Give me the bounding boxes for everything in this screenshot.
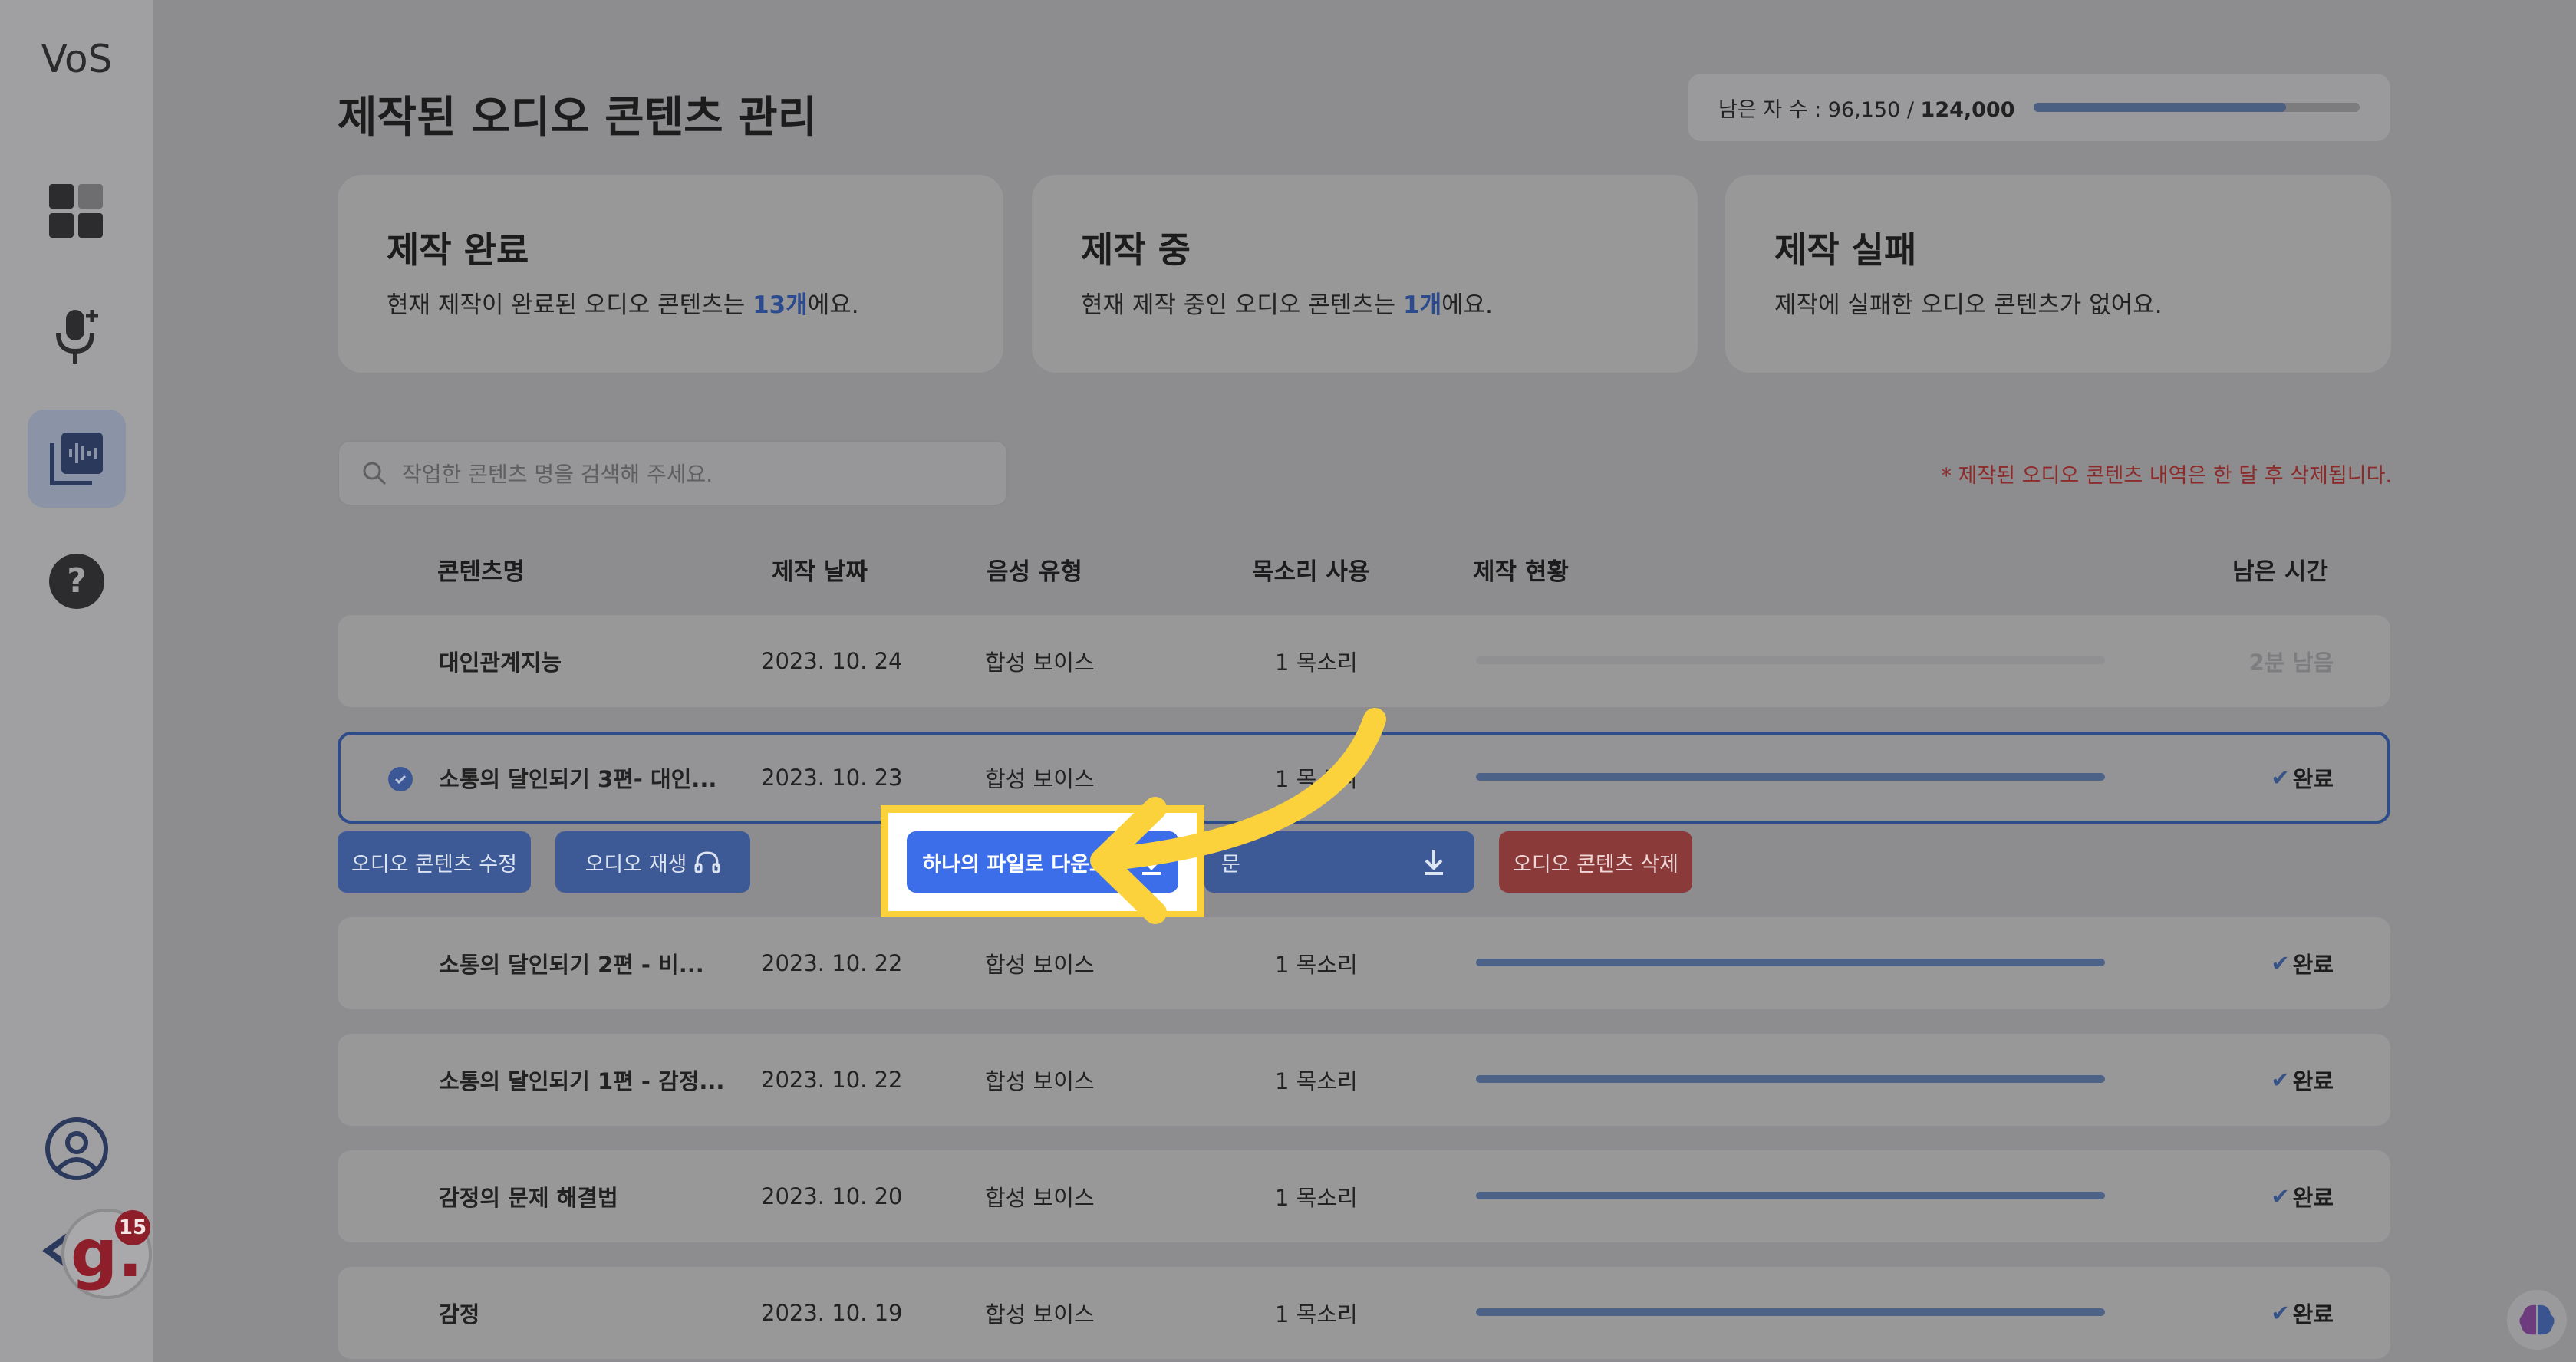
sidebar-item-voice-create[interactable] bbox=[28, 287, 126, 385]
download-single-file-button[interactable]: 하나의 파일로 다운로드 bbox=[907, 831, 1178, 893]
download-icon bbox=[1141, 850, 1161, 875]
sidebar-item-profile[interactable] bbox=[28, 1100, 126, 1198]
dashboard-grid-icon bbox=[49, 184, 103, 238]
row-type: 합성 보이스 bbox=[985, 650, 1095, 676]
app-logo[interactable]: VoS bbox=[0, 37, 153, 81]
row-date: 2023. 10. 20 bbox=[761, 1183, 903, 1209]
quota-progress-bar bbox=[2033, 103, 2360, 112]
column-header-name: 콘텐츠명 bbox=[437, 558, 525, 586]
play-audio-button[interactable]: 오디오 재생 bbox=[555, 831, 750, 893]
row-name: 소통의 달인되기 2편 - 비... bbox=[439, 952, 704, 978]
column-header-remaining: 남은 시간 bbox=[2232, 558, 2328, 586]
table-row-selected[interactable]: 소통의 달인되기 3편- 대인... 2023. 10. 23 합성 보이스 1… bbox=[338, 732, 2390, 824]
table-row[interactable]: 소통의 달인되기 1편 - 감정... 2023. 10. 22 합성 보이스 … bbox=[338, 1034, 2390, 1126]
row-voices: 1 목소리 bbox=[1275, 650, 1358, 676]
row-voices: 1 목소리 bbox=[1275, 1185, 1358, 1211]
row-progress-bar bbox=[1476, 773, 2105, 781]
column-header-type: 음성 유형 bbox=[987, 558, 1082, 586]
assistant-brain-icon[interactable] bbox=[2507, 1290, 2567, 1350]
table-row[interactable]: 소통의 달인되기 2편 - 비... 2023. 10. 22 합성 보이스 1… bbox=[338, 917, 2390, 1009]
user-profile-icon bbox=[45, 1117, 108, 1180]
summary-title: 제작 중 bbox=[1081, 229, 1191, 271]
summary-card-failed: 제작 실패 제작에 실패한 오디오 콘텐츠가 없어요. bbox=[1725, 175, 2391, 373]
sidebar-item-dashboard[interactable] bbox=[28, 163, 126, 261]
row-date: 2023. 10. 22 bbox=[761, 950, 903, 976]
search-icon bbox=[363, 462, 387, 485]
summary-desc: 현재 제작이 완료된 오디오 콘텐츠는 13개에요. bbox=[387, 291, 859, 319]
row-progress-bar bbox=[1476, 1075, 2105, 1083]
row-type: 합성 보이스 bbox=[985, 1301, 1095, 1327]
quota-label: 남은 자 수 : 96,150 / 124,000 bbox=[1718, 97, 2015, 122]
summary-desc: 현재 제작 중인 오디오 콘텐츠는 1개에요. bbox=[1081, 291, 1494, 319]
row-progress-bar bbox=[1476, 1192, 2105, 1199]
quota-progress-fill bbox=[2033, 103, 2287, 112]
main-content: 제작된 오디오 콘텐츠 관리 남은 자 수 : 96,150 / 124,000… bbox=[153, 0, 2576, 1362]
page-title: 제작된 오디오 콘텐츠 관리 bbox=[338, 93, 818, 143]
row-progress-bar bbox=[1476, 656, 2105, 664]
column-header-voices: 목소리 사용 bbox=[1252, 558, 1370, 586]
retention-notice: * 제작된 오디오 콘텐츠 내역은 한 달 후 삭제됩니다. bbox=[1941, 464, 2392, 488]
row-voices: 1 목소리 bbox=[1275, 1068, 1358, 1094]
column-header-progress: 제작 현황 bbox=[1473, 558, 1569, 586]
download-multiple-files-button[interactable]: 문 bbox=[1204, 831, 1474, 893]
summary-title: 제작 실패 bbox=[1774, 229, 1917, 271]
row-name: 소통의 달인되기 1편 - 감정... bbox=[439, 1068, 725, 1094]
summary-card-in-progress: 제작 중 현재 제작 중인 오디오 콘텐츠는 1개에요. bbox=[1032, 175, 1698, 373]
row-selected-check-icon[interactable] bbox=[388, 767, 413, 791]
row-name: 소통의 달인되기 3편- 대인... bbox=[439, 766, 717, 792]
table-row[interactable]: 감정의 문제 해결법 2023. 10. 20 합성 보이스 1 목소리 ✔ 완료 bbox=[338, 1150, 2390, 1242]
column-header-date: 제작 날짜 bbox=[772, 558, 868, 586]
row-name: 대인관계지능 bbox=[439, 650, 562, 676]
row-status: ✔ 완료 bbox=[2271, 765, 2334, 792]
search-input[interactable]: 작업한 콘텐츠 명을 검색해 주세요. bbox=[338, 440, 1008, 506]
row-status: ✔ 완료 bbox=[2271, 1300, 2334, 1327]
quota-indicator: 남은 자 수 : 96,150 / 124,000 bbox=[1688, 74, 2390, 141]
row-type: 합성 보이스 bbox=[985, 1185, 1095, 1211]
microphone-add-icon bbox=[56, 310, 98, 364]
row-type: 합성 보이스 bbox=[985, 1068, 1095, 1094]
download-icon bbox=[1425, 850, 1443, 875]
table-row[interactable]: 대인관계지능 2023. 10. 24 합성 보이스 1 목소리 2분 남음 bbox=[338, 615, 2390, 707]
delete-audio-button[interactable]: 오디오 콘텐츠 삭제 bbox=[1499, 831, 1692, 893]
notification-count-badge: 15 bbox=[115, 1210, 150, 1245]
headphones-icon bbox=[694, 851, 720, 873]
row-voices: 1 목소리 bbox=[1275, 766, 1358, 792]
sidebar-item-help[interactable]: ? bbox=[28, 532, 126, 630]
row-date: 2023. 10. 22 bbox=[761, 1067, 903, 1093]
row-status: ✔ 완료 bbox=[2271, 1183, 2334, 1211]
audio-library-icon bbox=[50, 433, 103, 485]
row-progress-bar bbox=[1476, 959, 2105, 966]
sidebar: VoS ? g. 15 bbox=[0, 0, 153, 1362]
row-status: 2분 남음 bbox=[2248, 650, 2334, 676]
row-name: 감정의 문제 해결법 bbox=[439, 1185, 618, 1211]
row-progress-bar bbox=[1476, 1308, 2105, 1316]
row-name: 감정 bbox=[439, 1301, 480, 1327]
row-date: 2023. 10. 19 bbox=[761, 1300, 903, 1326]
table-row[interactable]: 감정 2023. 10. 19 합성 보이스 1 목소리 ✔ 완료 bbox=[338, 1267, 2390, 1359]
row-voices: 1 목소리 bbox=[1275, 952, 1358, 978]
row-date: 2023. 10. 24 bbox=[761, 648, 903, 674]
svg-text:?: ? bbox=[67, 561, 87, 600]
row-status: ✔ 완료 bbox=[2271, 1067, 2334, 1094]
row-status: ✔ 완료 bbox=[2271, 950, 2334, 978]
search-placeholder: 작업한 콘텐츠 명을 검색해 주세요. bbox=[402, 462, 713, 487]
summary-title: 제작 완료 bbox=[387, 229, 529, 271]
row-type: 합성 보이스 bbox=[985, 952, 1095, 978]
summary-card-complete: 제작 완료 현재 제작이 완료된 오디오 콘텐츠는 13개에요. bbox=[338, 175, 1003, 373]
sidebar-item-audio-library[interactable] bbox=[28, 410, 126, 508]
edit-audio-button[interactable]: 오디오 콘텐츠 수정 bbox=[338, 831, 531, 893]
help-question-icon: ? bbox=[49, 554, 104, 609]
summary-desc: 제작에 실패한 오디오 콘텐츠가 없어요. bbox=[1774, 291, 2163, 319]
row-voices: 1 목소리 bbox=[1275, 1301, 1358, 1327]
